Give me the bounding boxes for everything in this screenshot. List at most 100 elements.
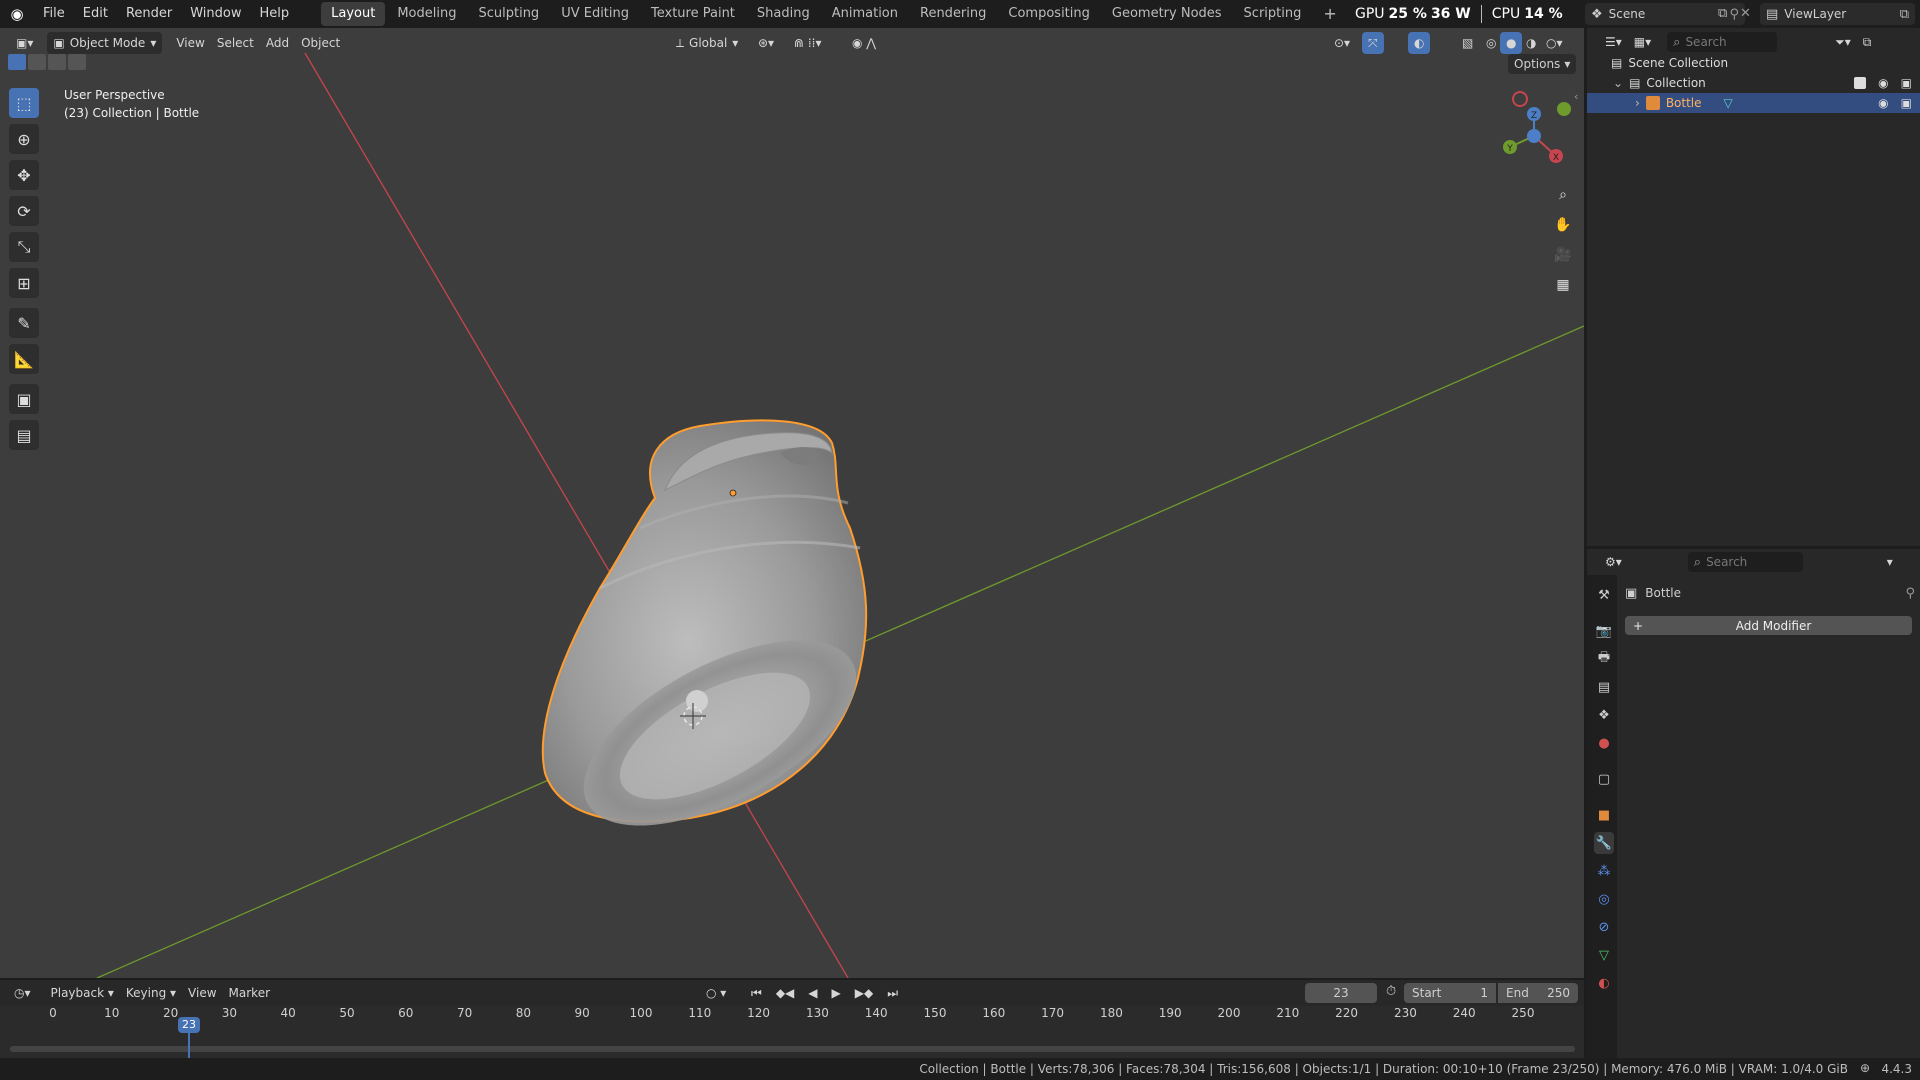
extra-tool[interactable]: ▤ bbox=[9, 420, 39, 450]
mesh-data-icon[interactable]: ▽ bbox=[1724, 96, 1733, 110]
annotate-tool[interactable]: ✎ bbox=[9, 308, 39, 338]
visibility-eye-icon[interactable]: ◉ bbox=[1878, 96, 1888, 110]
mode-selector[interactable]: ▣ Object Mode ▾ bbox=[47, 32, 163, 54]
physics-tab-icon[interactable]: ◎ bbox=[1594, 888, 1614, 910]
stopwatch-icon[interactable]: ⏱ bbox=[1386, 984, 1396, 999]
viewport-scene[interactable] bbox=[0, 28, 1584, 978]
timeline-scrollbar[interactable] bbox=[10, 1046, 1575, 1052]
tab-scripting[interactable]: Scripting bbox=[1234, 2, 1312, 26]
tab-shading[interactable]: Shading bbox=[747, 2, 820, 26]
expand-chevron-icon[interactable]: › bbox=[1635, 96, 1640, 110]
snap-icon[interactable]: ⋒ ⁞⁞▾ bbox=[788, 32, 828, 54]
timeline-editor-type-icon[interactable]: ◷▾ bbox=[8, 982, 37, 1004]
jump-end-icon[interactable]: ⏭ bbox=[881, 982, 904, 1004]
render-camera-icon[interactable]: ▣ bbox=[1901, 96, 1912, 110]
play-reverse-icon[interactable]: ◀ bbox=[802, 982, 823, 1004]
tab-layout[interactable]: Layout bbox=[321, 2, 386, 26]
properties-editor-type-icon[interactable]: ⚙▾ bbox=[1599, 551, 1628, 573]
cursor-tool[interactable]: ⊕ bbox=[9, 124, 39, 154]
include-checkbox[interactable] bbox=[1854, 77, 1867, 89]
menu-add[interactable]: Add bbox=[260, 32, 295, 54]
timeline-ruler[interactable]: 0 10 20 30 40 50 60 70 80 90 100 110 120 130 140 150 160… bbox=[0, 1006, 1584, 1058]
object-tab-icon[interactable]: ■ bbox=[1594, 804, 1614, 826]
bottle-object-row[interactable]: › Bottle ▽ ◉ ▣ bbox=[1587, 93, 1920, 113]
sidebar-toggle-icon[interactable]: ‹ bbox=[1574, 90, 1578, 103]
filter-icon[interactable]: ⏷▾ bbox=[1829, 31, 1857, 53]
new-scene-icon[interactable]: ⧉ bbox=[1718, 6, 1727, 21]
editor-type-icon[interactable]: ▣▾ bbox=[10, 32, 39, 54]
tab-uv-editing[interactable]: UV Editing bbox=[551, 2, 639, 26]
options-button[interactable]: Options ▾ bbox=[1508, 54, 1577, 74]
menu-object[interactable]: Object bbox=[295, 32, 346, 54]
transform-orientation-selector[interactable]: ⟂ Global ▾ bbox=[670, 32, 744, 54]
start-frame-field[interactable]: Start 1 bbox=[1404, 983, 1496, 1003]
copy-icon[interactable]: ⧉ bbox=[1900, 7, 1909, 22]
perspective-toggle-icon[interactable]: ▦ bbox=[1550, 272, 1576, 298]
tab-compositing[interactable]: Compositing bbox=[998, 2, 1100, 26]
select-intersect-icon[interactable] bbox=[68, 54, 86, 70]
tab-modeling[interactable]: Modeling bbox=[387, 2, 466, 26]
new-collection-icon[interactable]: ⧉ bbox=[1857, 31, 1878, 53]
delete-scene-icon[interactable]: ✕ bbox=[1740, 6, 1751, 21]
tool-tab-icon[interactable]: ⚒ bbox=[1594, 584, 1614, 606]
transform-tool[interactable]: ⊞ bbox=[9, 268, 39, 298]
scene-tab-icon[interactable]: ❖ bbox=[1594, 704, 1614, 726]
jump-start-icon[interactable]: ⏮ bbox=[745, 982, 768, 1004]
world-tab-icon[interactable]: ● bbox=[1594, 732, 1614, 754]
menu-file[interactable]: File bbox=[34, 0, 74, 28]
overlay-toggle-icon[interactable]: ◐ bbox=[1408, 32, 1431, 54]
constraints-tab-icon[interactable]: ⊘ bbox=[1594, 916, 1614, 938]
select-subtract-icon[interactable] bbox=[48, 54, 66, 70]
end-frame-field[interactable]: End 250 bbox=[1498, 983, 1578, 1003]
outliner-search-input[interactable]: ⌕ Search bbox=[1667, 32, 1778, 52]
prev-keyframe-icon[interactable]: ◆◀ bbox=[770, 982, 800, 1004]
menu-edit[interactable]: Edit bbox=[74, 0, 117, 28]
tab-animation[interactable]: Animation bbox=[822, 2, 908, 26]
proportional-editing-icon[interactable]: ◉ ⋀ bbox=[846, 32, 882, 54]
tab-rendering[interactable]: Rendering bbox=[910, 2, 996, 26]
blender-logo-icon[interactable]: ◉ bbox=[0, 5, 34, 23]
chevron-down-icon[interactable]: ▾ bbox=[1881, 551, 1899, 573]
scene-collection-row[interactable]: ▤ Scene Collection bbox=[1587, 53, 1920, 73]
xray-toggle-icon[interactable]: ▧ bbox=[1456, 32, 1479, 54]
display-mode-icon[interactable]: ▦▾ bbox=[1628, 31, 1657, 53]
scale-tool[interactable]: ⤡ bbox=[9, 232, 39, 262]
rotate-tool[interactable]: ⟳ bbox=[9, 196, 39, 226]
collection-row[interactable]: ⌄ ▤ Collection ◉ ▣ bbox=[1587, 73, 1920, 93]
auto-keying-icon[interactable]: ○ ▾ bbox=[700, 982, 732, 1004]
render-tab-icon[interactable]: 📷 bbox=[1594, 620, 1614, 642]
measure-tool[interactable]: 📐 bbox=[9, 344, 39, 374]
data-tab-icon[interactable]: ▽ bbox=[1594, 944, 1614, 966]
playhead-badge[interactable]: 23 bbox=[178, 1017, 200, 1033]
visibility-selectability-icon[interactable]: ⊙▾ bbox=[1328, 32, 1356, 54]
add-workspace-button[interactable]: + bbox=[1313, 2, 1346, 26]
menu-timeline-view[interactable]: View bbox=[182, 982, 222, 1004]
menu-select[interactable]: Select bbox=[211, 32, 260, 54]
material-tab-icon[interactable]: ◐ bbox=[1594, 972, 1614, 994]
move-tool[interactable]: ✥ bbox=[9, 160, 39, 190]
bottle-mesh[interactable] bbox=[541, 419, 885, 863]
view-layer-tab-icon[interactable]: ▤ bbox=[1594, 676, 1614, 698]
tab-sculpting[interactable]: Sculpting bbox=[468, 2, 549, 26]
menu-keying[interactable]: Keying ▾ bbox=[120, 982, 182, 1004]
camera-view-icon[interactable]: 🎥 bbox=[1550, 242, 1576, 268]
menu-render[interactable]: Render bbox=[117, 0, 181, 28]
zoom-icon[interactable]: ⌕ bbox=[1550, 182, 1576, 208]
properties-search-input[interactable]: ⌕ Search bbox=[1687, 552, 1803, 572]
view-layer-selector[interactable]: ▤ ViewLayer ⧉ bbox=[1760, 3, 1915, 25]
select-new-icon[interactable] bbox=[8, 54, 26, 70]
rendered-shading-icon[interactable]: ○▾ bbox=[1540, 32, 1569, 54]
object-origin-dot[interactable] bbox=[729, 489, 737, 497]
menu-view[interactable]: View bbox=[170, 32, 210, 54]
gizmo-toggle-icon[interactable]: ⤧ bbox=[1362, 32, 1384, 54]
play-icon[interactable]: ▶ bbox=[826, 982, 847, 1004]
select-extend-icon[interactable] bbox=[28, 54, 46, 70]
add-cube-tool[interactable]: ▣ bbox=[9, 384, 39, 414]
collection-tab-icon[interactable]: ▢ bbox=[1594, 768, 1614, 790]
menu-playback[interactable]: Playback ▾ bbox=[45, 982, 120, 1004]
menu-marker[interactable]: Marker bbox=[223, 982, 276, 1004]
particles-tab-icon[interactable]: ⁂ bbox=[1594, 860, 1614, 882]
pin-icon[interactable]: ⚲ bbox=[1905, 586, 1915, 601]
visibility-eye-icon[interactable]: ◉ bbox=[1878, 76, 1888, 90]
3d-viewport[interactable]: ▣▾ ▣ Object Mode ▾ View Select Add Objec… bbox=[0, 28, 1584, 978]
